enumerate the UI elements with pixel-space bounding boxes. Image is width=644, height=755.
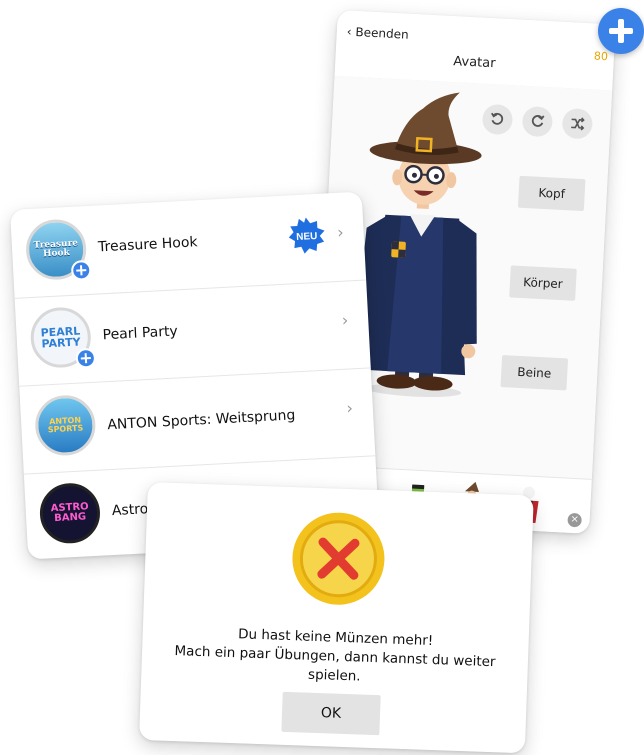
page-title: Avatar: [452, 54, 496, 72]
category-legs-button[interactable]: Beine: [500, 355, 569, 391]
plus-icon: [76, 265, 87, 276]
game-title: Treasure Hook: [97, 234, 198, 256]
chevron-right-icon: ›: [341, 310, 349, 330]
add-badge[interactable]: [75, 347, 97, 369]
redo-icon: [531, 115, 545, 127]
add-badge[interactable]: [70, 259, 92, 281]
game-title: Astro: [111, 501, 149, 520]
category-head-button[interactable]: Kopf: [517, 175, 586, 212]
chevron-right-icon: ›: [345, 398, 354, 418]
back-button[interactable]: ‹ Beenden: [347, 25, 409, 42]
shuffle-icon: [571, 117, 585, 131]
undo-button[interactable]: [481, 103, 514, 136]
anton-sports-logo: ANTON SPORTS: [33, 393, 97, 457]
undo-icon: [491, 112, 504, 125]
add-button[interactable]: [598, 8, 644, 54]
close-icon[interactable]: ×: [567, 512, 582, 528]
no-coins-dialog: Du hast keine Münzen mehr! Mach ein paar…: [138, 482, 534, 754]
plus-icon: [80, 353, 91, 364]
ok-button[interactable]: OK: [281, 691, 381, 736]
dialog-message: Du hast keine Münzen mehr! Mach ein paar…: [161, 623, 509, 692]
game-title: Pearl Party: [102, 323, 179, 344]
redo-button[interactable]: [521, 105, 554, 138]
coin-error-icon: [292, 512, 385, 605]
category-body-button[interactable]: Körper: [509, 265, 577, 301]
game-title: ANTON Sports: Weitsprung: [106, 407, 296, 434]
shuffle-button[interactable]: [561, 107, 594, 140]
new-badge: NEU: [288, 217, 325, 254]
astro-bang-logo: ASTRO BANG: [38, 481, 102, 545]
chevron-right-icon: ›: [336, 222, 345, 242]
plus-icon: [609, 19, 633, 43]
new-badge-label: NEU: [296, 231, 318, 243]
